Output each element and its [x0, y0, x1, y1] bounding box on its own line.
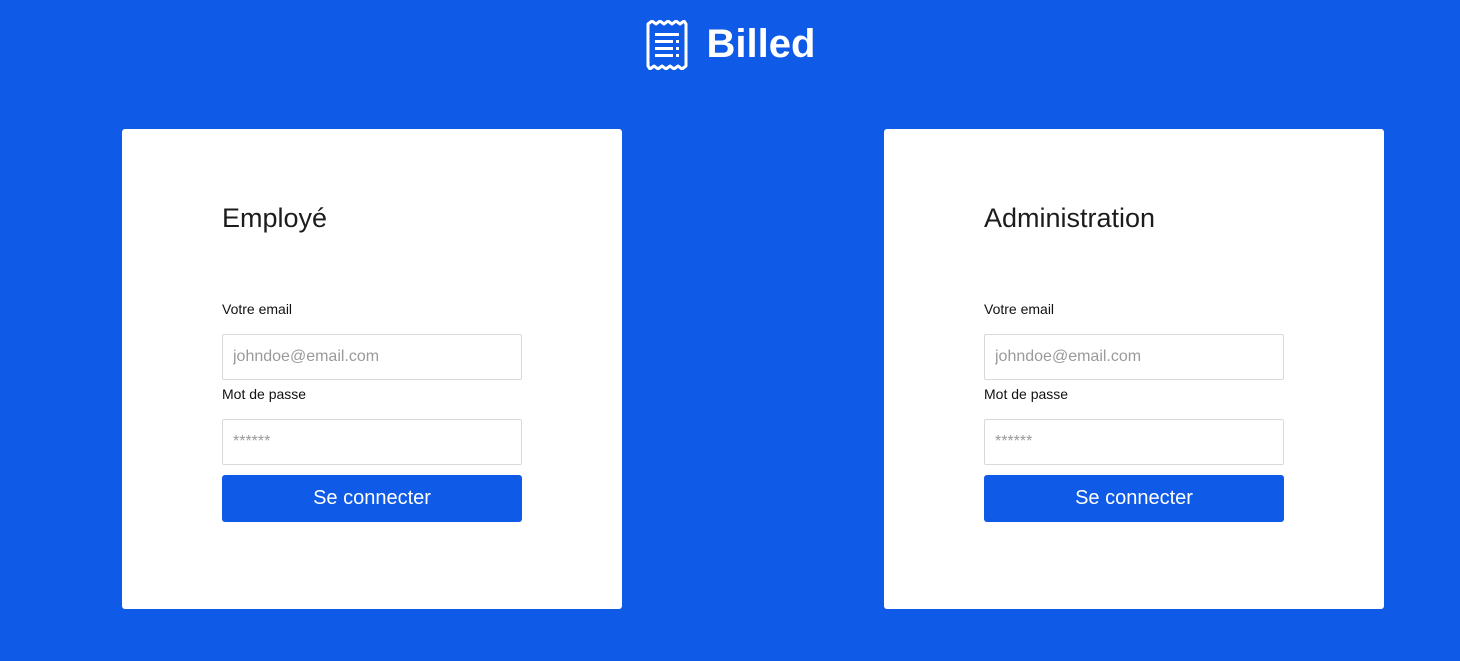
- employee-password-input[interactable]: [222, 419, 522, 465]
- employee-login-card: Employé Votre email Mot de passe Se conn…: [122, 129, 622, 609]
- app-title: Billed: [706, 22, 816, 66]
- admin-login-button[interactable]: Se connecter: [984, 475, 1284, 522]
- admin-email-label: Votre email: [984, 301, 1055, 317]
- employee-login-button[interactable]: Se connecter: [222, 475, 522, 522]
- app-header: Billed: [0, 20, 1460, 70]
- admin-email-input[interactable]: [984, 334, 1284, 380]
- admin-card-title: Administration: [984, 203, 1156, 233]
- admin-password-input[interactable]: [984, 419, 1284, 465]
- employee-card-title: Employé: [222, 203, 328, 233]
- employee-email-input[interactable]: [222, 334, 522, 380]
- employee-email-label: Votre email: [222, 301, 293, 317]
- admin-password-label: Mot de passe: [984, 386, 1069, 402]
- receipt-icon: [645, 20, 689, 70]
- admin-login-card: Administration Votre email Mot de passe …: [884, 129, 1384, 609]
- employee-password-label: Mot de passe: [222, 386, 307, 402]
